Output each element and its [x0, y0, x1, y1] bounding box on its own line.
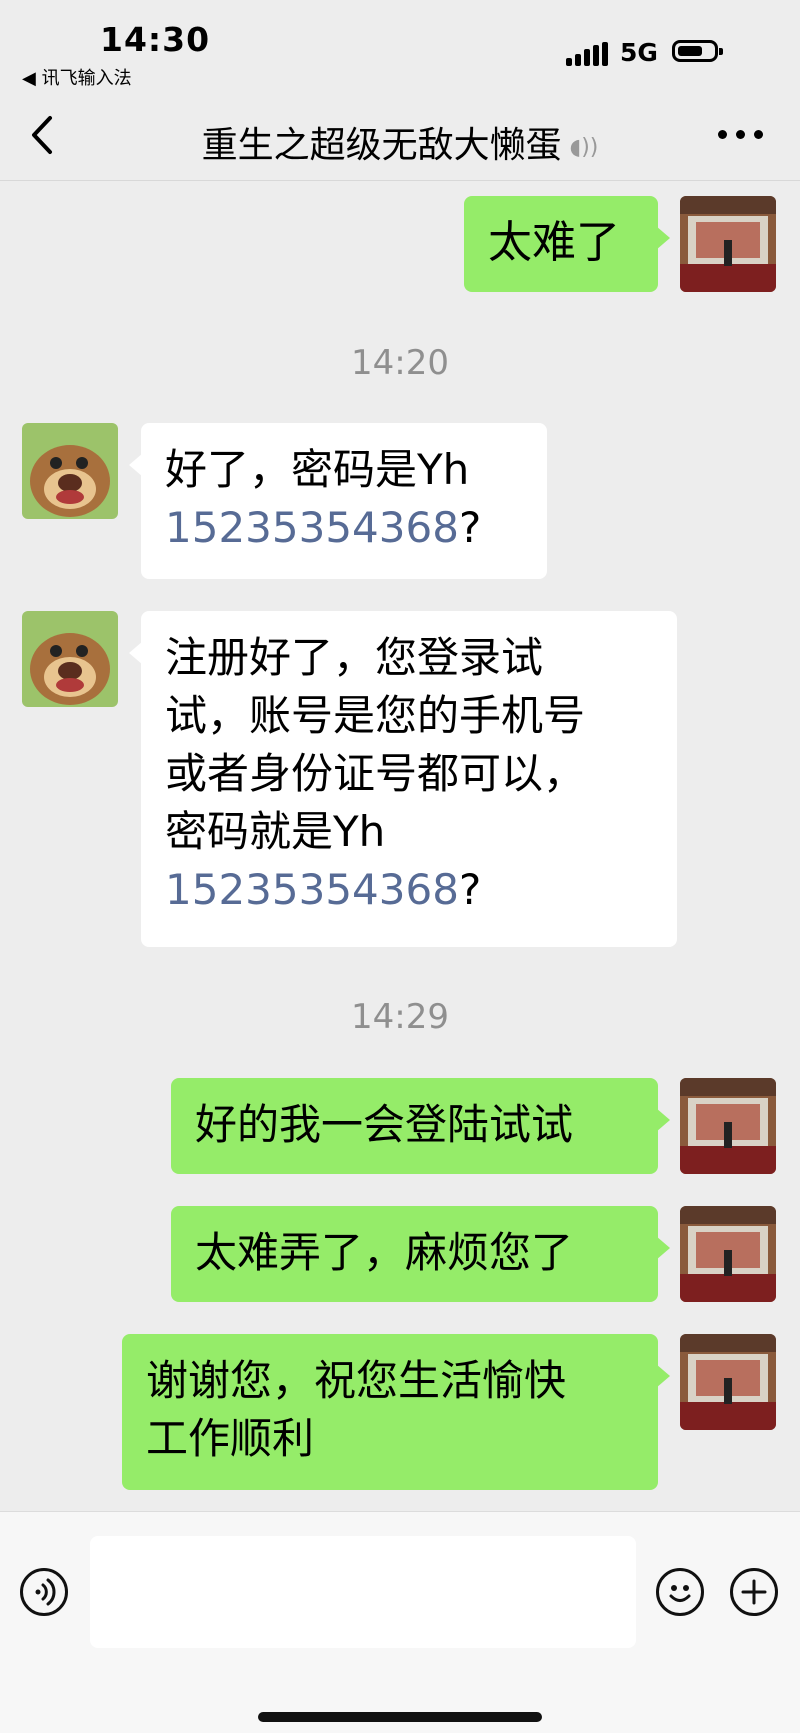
signal-icon	[566, 42, 610, 66]
status-time: 14:30	[100, 20, 211, 59]
chat-screen: 14:30 ◀ 讯飞输入法 5G 重生之超级无敌大懒蛋 ◖)) 太难了 14:2…	[0, 0, 800, 1733]
avatar-photo	[680, 196, 776, 292]
message-bubble-received[interactable]: 好了，密码是Yh 15235354368?	[129, 423, 547, 579]
plus-icon	[741, 1579, 767, 1605]
message-text: 太难弄了，麻烦您了	[195, 1228, 574, 1277]
message-bubble-received[interactable]: 注册好了，您登录试 试，账号是您的手机号 或者身份证号都可以， 密码就是Yh 1…	[129, 611, 677, 947]
emoji-icon	[669, 1585, 691, 1602]
emoji-button[interactable]	[656, 1568, 704, 1616]
message-bubble-sent[interactable]: 太难弄了，麻烦您了	[171, 1206, 670, 1302]
message-input[interactable]	[90, 1536, 636, 1648]
avatar-self[interactable]	[680, 1078, 776, 1174]
chat-title: 重生之超级无敌大懒蛋 ◖))	[0, 116, 800, 168]
back-to-app[interactable]: ◀ 讯飞输入法	[22, 64, 132, 90]
voice-icon	[35, 1578, 56, 1606]
message-line: 注册好了，您登录试	[165, 633, 544, 682]
avatar-self[interactable]	[680, 196, 776, 292]
avatar-contact[interactable]	[22, 611, 118, 707]
message-line: 试，账号是您的手机号	[165, 691, 586, 740]
timestamp: 14:29	[351, 997, 449, 1037]
more-icon	[718, 130, 727, 139]
voice-input-button[interactable]	[20, 1568, 68, 1616]
message-text: 太难了	[488, 217, 620, 268]
avatar-photo	[680, 1206, 776, 1302]
message-bubble-sent[interactable]: 好的我一会登陆试试	[171, 1078, 670, 1174]
home-indicator[interactable]	[258, 1712, 542, 1722]
message-list[interactable]: 太难了 14:20 好了，密码是Yh 15235354368? 注册好了，您登录…	[0, 181, 800, 1511]
network-type: 5G	[620, 38, 658, 67]
more-actions-button[interactable]	[730, 1568, 778, 1616]
avatar-bear	[22, 611, 118, 707]
more-button[interactable]	[718, 130, 764, 142]
status-bar: 14:30 ◀ 讯飞输入法 5G	[0, 0, 800, 90]
message-line: 谢谢您，祝您生活愉快	[146, 1356, 567, 1405]
message-line: 或者身份证号都可以，	[165, 749, 586, 798]
avatar-contact[interactable]	[22, 423, 118, 519]
timestamp: 14:20	[351, 343, 449, 383]
phone-link[interactable]: 15235354368	[165, 865, 459, 914]
message-text: 好了，密码是Yh	[165, 445, 470, 494]
chat-title-text: 重生之超级无敌大懒蛋	[201, 125, 562, 166]
message-line: 密码就是Yh	[165, 807, 386, 856]
chat-header: 重生之超级无敌大懒蛋 ◖))	[0, 88, 800, 181]
battery-icon	[672, 40, 723, 62]
message-line: 工作顺利	[146, 1414, 315, 1463]
message-text-tail: ?	[458, 503, 482, 552]
avatar-photo	[680, 1334, 776, 1430]
message-bubble-sent[interactable]: 谢谢您，祝您生活愉快 工作顺利	[122, 1334, 670, 1490]
message-text-tail: ?	[458, 865, 482, 914]
avatar-photo	[680, 1078, 776, 1174]
avatar-bear	[22, 423, 118, 519]
message-text: 好的我一会登陆试试	[195, 1100, 574, 1149]
avatar-self[interactable]	[680, 1334, 776, 1430]
avatar-self[interactable]	[680, 1206, 776, 1302]
input-bar	[0, 1511, 800, 1733]
phone-link[interactable]: 15235354368	[165, 503, 459, 552]
voice-mode-icon: ◖))	[569, 134, 599, 160]
message-bubble-sent[interactable]: 太难了	[464, 196, 670, 292]
